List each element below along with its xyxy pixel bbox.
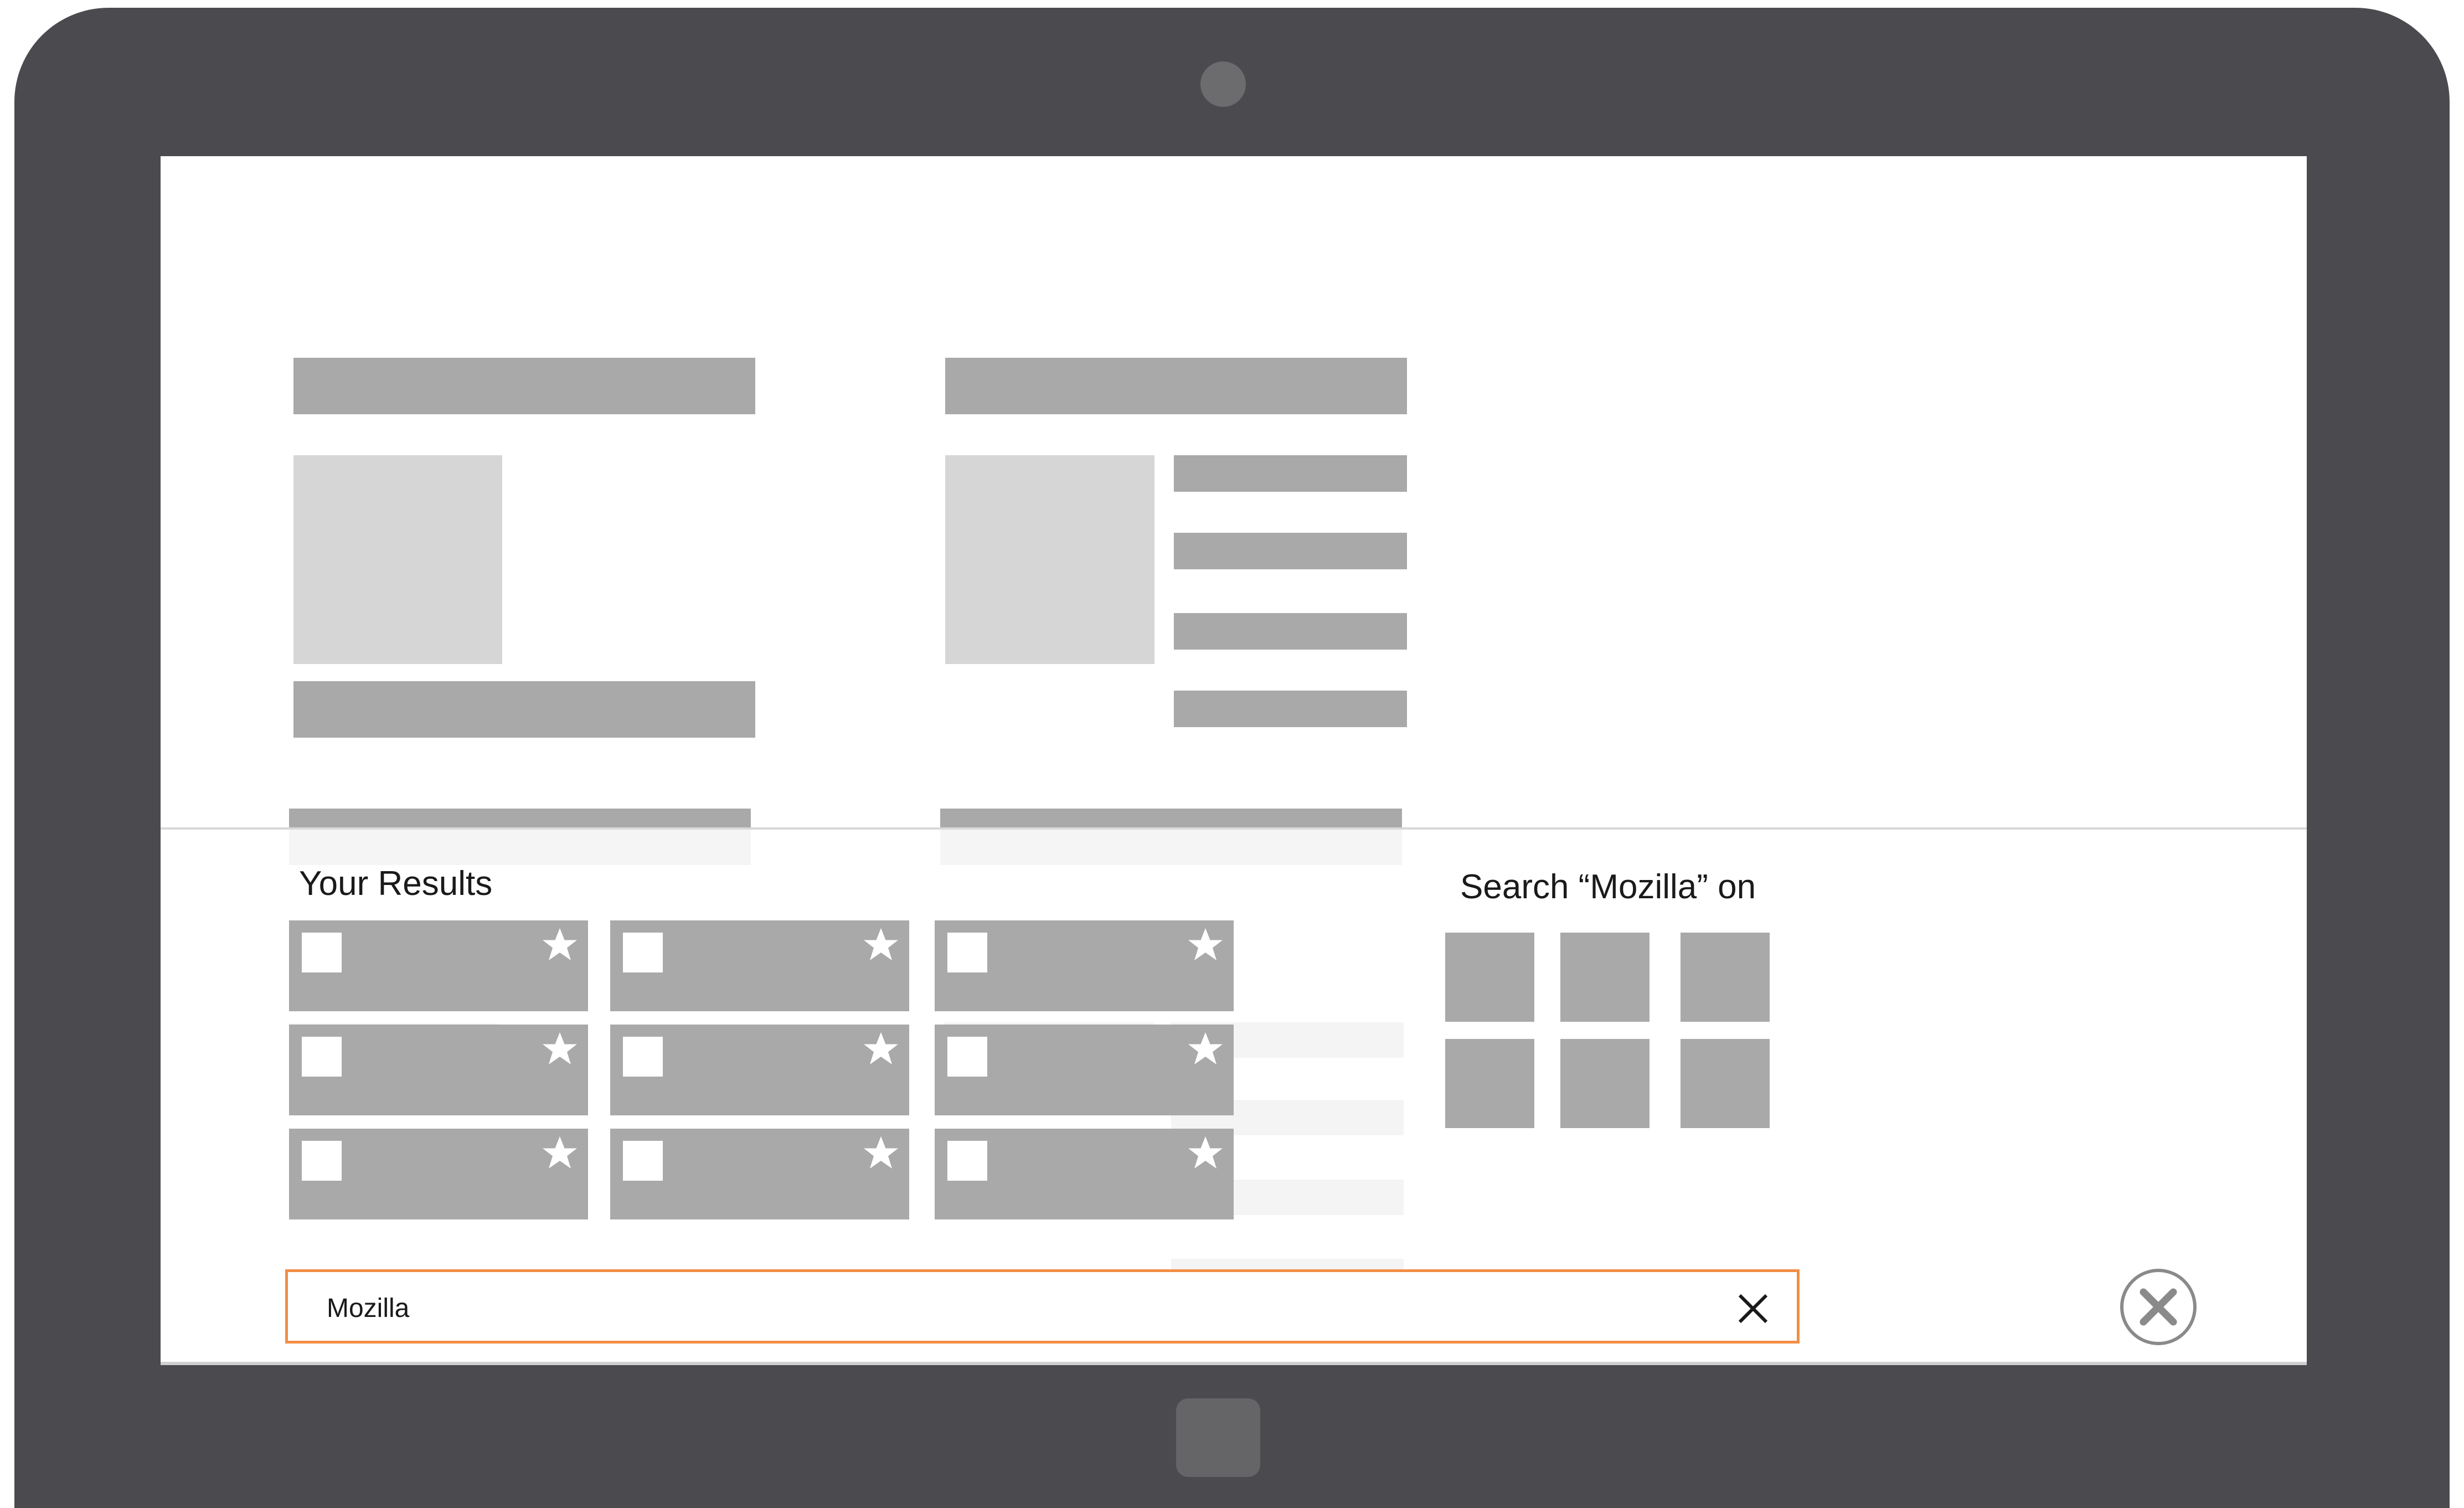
star-icon[interactable] xyxy=(540,926,579,965)
result-tile[interactable] xyxy=(610,920,909,1011)
search-provider-tile[interactable] xyxy=(1445,1039,1534,1128)
placeholder-heading-left xyxy=(293,358,755,414)
star-icon[interactable] xyxy=(862,1030,900,1069)
star-icon[interactable] xyxy=(540,1030,579,1069)
result-tile[interactable] xyxy=(289,1025,588,1115)
search-provider-tile[interactable] xyxy=(1681,1039,1770,1128)
clear-x-icon[interactable] xyxy=(1738,1293,1769,1324)
result-tile[interactable] xyxy=(935,1025,1234,1115)
thumbnail-icon xyxy=(947,1141,987,1181)
providers-title: Search “Mozilla” on xyxy=(1460,868,1756,906)
placeholder-image-right xyxy=(945,455,1154,664)
screen: Your Results Search “Mozilla” on Mozilla xyxy=(161,156,2307,1365)
thumbnail-icon xyxy=(302,933,342,972)
thumbnail-icon xyxy=(947,1037,987,1077)
thumbnail-icon xyxy=(947,933,987,972)
search-provider-tile[interactable] xyxy=(1445,933,1534,1022)
close-circle-icon[interactable] xyxy=(2118,1267,2198,1347)
placeholder-line xyxy=(1174,613,1407,650)
thumbnail-icon xyxy=(623,933,663,972)
thumbnail-icon xyxy=(302,1141,342,1181)
star-icon[interactable] xyxy=(862,926,900,965)
star-icon[interactable] xyxy=(540,1134,579,1173)
placeholder-image-left xyxy=(293,455,502,664)
results-title: Your Results xyxy=(299,864,493,903)
result-tile[interactable] xyxy=(610,1025,909,1115)
star-icon[interactable] xyxy=(1186,1030,1225,1069)
star-icon[interactable] xyxy=(1186,926,1225,965)
search-query-text[interactable]: Mozilla xyxy=(327,1293,409,1324)
placeholder-caption-left xyxy=(293,681,755,738)
camera-icon xyxy=(1200,61,1246,107)
result-tile[interactable] xyxy=(289,920,588,1011)
result-tile[interactable] xyxy=(610,1129,909,1219)
thumbnail-icon xyxy=(623,1141,663,1181)
search-provider-tile[interactable] xyxy=(1560,933,1649,1022)
result-tile[interactable] xyxy=(935,920,1234,1011)
search-provider-tile[interactable] xyxy=(1560,1039,1649,1128)
result-tile[interactable] xyxy=(289,1129,588,1219)
search-provider-tile[interactable] xyxy=(1681,933,1770,1022)
thumbnail-icon xyxy=(623,1037,663,1077)
placeholder-line xyxy=(1174,455,1407,492)
search-input[interactable]: Mozilla xyxy=(285,1269,1800,1344)
thumbnail-icon xyxy=(302,1037,342,1077)
home-button[interactable] xyxy=(1176,1398,1260,1477)
placeholder-line xyxy=(1174,533,1407,569)
star-icon[interactable] xyxy=(1186,1134,1225,1173)
star-icon[interactable] xyxy=(862,1134,900,1173)
placeholder-line xyxy=(1174,691,1407,727)
placeholder-heading-right xyxy=(945,358,1407,414)
result-tile[interactable] xyxy=(935,1129,1234,1219)
